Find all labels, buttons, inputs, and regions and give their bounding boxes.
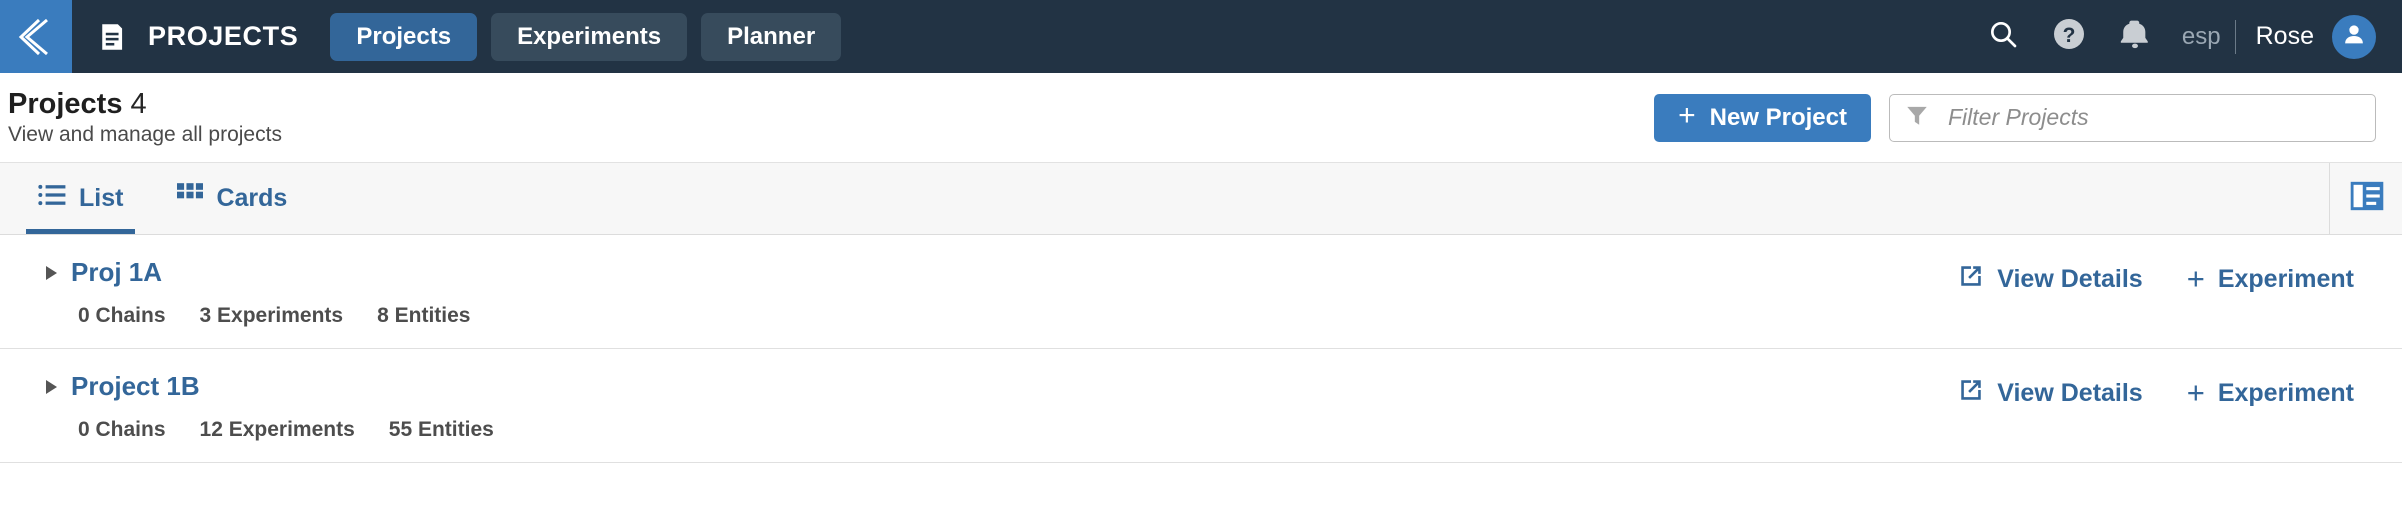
language-label: esp — [2181, 22, 2221, 50]
external-link-icon — [1958, 377, 1984, 410]
nav-right-actions: ? esp Rose — [1970, 0, 2402, 73]
page-subtitle: View and manage all projects — [8, 122, 282, 146]
projects-list: Proj 1A 0 Chains 3 Experiments 8 Entitie… — [0, 235, 2402, 463]
view-tab-cards[interactable]: Cards — [165, 163, 299, 234]
add-experiment-label: Experiment — [2217, 265, 2354, 293]
sidebar-collapse-button[interactable] — [0, 0, 72, 73]
svg-text:?: ? — [2063, 24, 2076, 47]
view-details-label: View Details — [1997, 379, 2143, 407]
project-chains-count: 0 Chains — [78, 304, 166, 327]
brand-title: PROJECTS — [148, 21, 299, 51]
project-chains-count: 0 Chains — [78, 418, 166, 441]
project-name-line: Proj 1A — [26, 257, 470, 288]
filter-projects-box[interactable] — [1889, 93, 2376, 142]
avatar[interactable] — [2332, 14, 2376, 59]
primary-tabs: Projects Experiments Planner — [324, 0, 842, 73]
table-row[interactable]: Proj 1A 0 Chains 3 Experiments 8 Entitie… — [0, 235, 2402, 349]
plus-icon: + — [1678, 99, 1696, 132]
list-icon — [38, 183, 66, 214]
filter-projects-input[interactable] — [1936, 104, 2361, 131]
grid-icon — [177, 183, 204, 214]
plus-icon: + — [2186, 260, 2205, 296]
project-name-link[interactable]: Project 1B — [71, 371, 200, 402]
language-switcher[interactable]: esp — [2168, 23, 2235, 51]
add-experiment-button[interactable]: + Experiment — [2186, 374, 2354, 410]
project-experiments-count: 12 Experiments — [199, 418, 355, 441]
help-button[interactable]: ? — [2036, 0, 2102, 73]
tab-planner-label: Planner — [727, 22, 816, 50]
tab-planner[interactable]: Planner — [701, 12, 842, 61]
search-icon — [1987, 18, 2019, 55]
new-project-label: New Project — [1709, 103, 1847, 131]
project-entities-count: 55 Entities — [388, 418, 494, 441]
view-details-button[interactable]: View Details — [1958, 377, 2143, 410]
page-title-text: Projects — [8, 88, 123, 121]
chevron-left-icon — [17, 16, 55, 58]
view-details-button[interactable]: View Details — [1958, 263, 2143, 296]
caret-right-icon[interactable] — [46, 265, 57, 280]
view-bar-right — [2329, 163, 2402, 234]
search-button[interactable] — [1970, 0, 2036, 73]
external-link-icon — [1958, 263, 1984, 296]
project-entities-count: 8 Entities — [377, 304, 471, 327]
caret-right-icon[interactable] — [46, 379, 57, 394]
project-name-line: Project 1B — [26, 371, 494, 402]
user-avatar-icon — [2340, 20, 2368, 53]
side-panel-icon — [2350, 181, 2384, 216]
view-mode-bar: List Cards — [0, 163, 2402, 235]
page-title: Projects 4 — [8, 89, 282, 119]
plus-icon: + — [2186, 374, 2205, 410]
tab-experiments-label: Experiments — [517, 22, 662, 50]
view-tab-cards-label: Cards — [216, 184, 288, 212]
project-experiments-count: 3 Experiments — [199, 304, 344, 327]
page-title-bar: Projects 4 View and manage all projects … — [0, 73, 2402, 163]
side-panel-toggle-button[interactable] — [2350, 181, 2384, 216]
help-circle-icon: ? — [2051, 16, 2087, 57]
table-row[interactable]: Project 1B 0 Chains 12 Experiments 55 En… — [0, 349, 2402, 463]
notifications-button[interactable] — [2102, 0, 2168, 73]
title-bar-actions: + New Project — [1654, 93, 2376, 142]
project-info: Project 1B 0 Chains 12 Experiments 55 En… — [26, 371, 494, 442]
funnel-icon — [1904, 102, 1930, 133]
title-block: Projects 4 View and manage all projects — [8, 89, 282, 145]
new-project-button[interactable]: + New Project — [1654, 93, 1871, 142]
view-tab-list[interactable]: List — [26, 163, 136, 234]
add-experiment-label: Experiment — [2217, 379, 2354, 407]
view-details-label: View Details — [1997, 265, 2143, 293]
project-row-actions: View Details + Experiment — [1958, 371, 2376, 410]
project-name-link[interactable]: Proj 1A — [71, 257, 162, 288]
tab-projects-label: Projects — [356, 22, 452, 50]
view-tabs: List Cards — [0, 163, 299, 234]
brand: PROJECTS — [72, 0, 324, 73]
view-tab-list-label: List — [79, 184, 124, 212]
project-meta: 0 Chains 3 Experiments 8 Entities — [26, 304, 470, 328]
page-title-count: 4 — [130, 88, 147, 121]
project-row-actions: View Details + Experiment — [1958, 257, 2376, 296]
add-experiment-button[interactable]: + Experiment — [2186, 260, 2354, 296]
top-navigation-bar: PROJECTS Projects Experiments Planner ? … — [0, 0, 2402, 73]
bell-icon — [2118, 17, 2152, 56]
project-meta: 0 Chains 12 Experiments 55 Entities — [26, 418, 494, 442]
tab-projects[interactable]: Projects — [330, 12, 478, 61]
project-info: Proj 1A 0 Chains 3 Experiments 8 Entitie… — [26, 257, 470, 328]
document-list-icon — [98, 20, 132, 54]
user-name[interactable]: Rose — [2236, 22, 2332, 51]
tab-experiments[interactable]: Experiments — [491, 12, 688, 61]
